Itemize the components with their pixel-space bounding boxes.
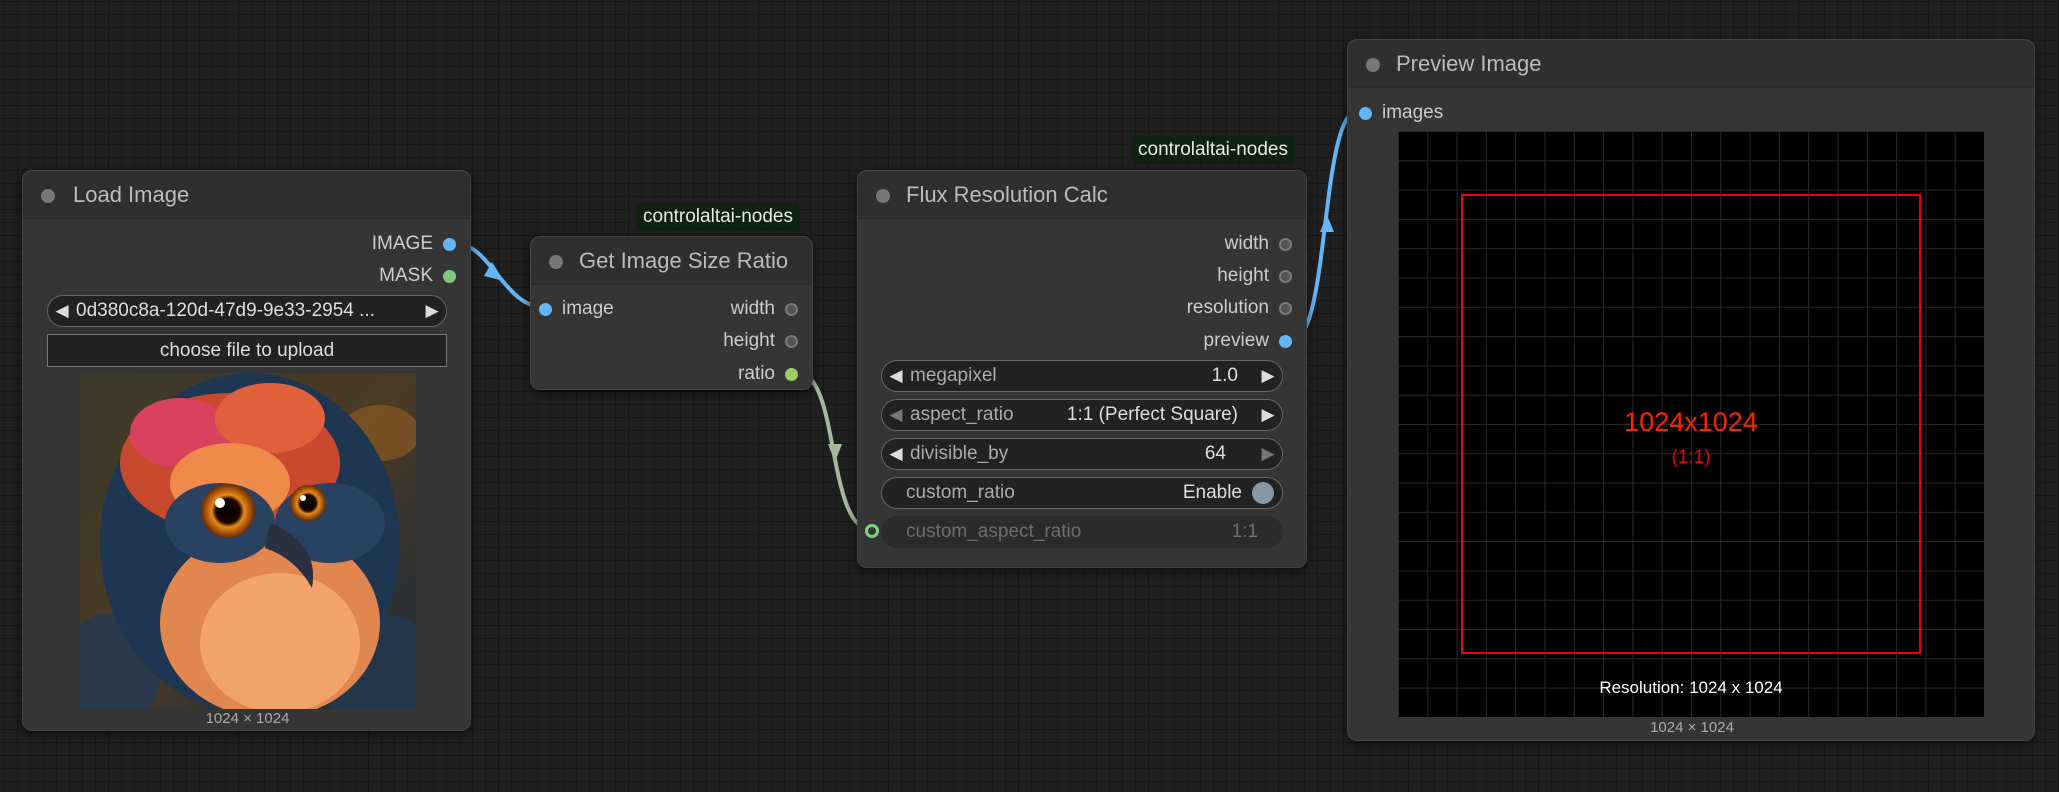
widget-name: aspect_ratio — [910, 404, 1014, 425]
input-custom-aspect-ratio-dot[interactable] — [865, 524, 879, 538]
node-title: Preview Image — [1396, 51, 1542, 76]
decrement-icon[interactable]: ◀ — [882, 405, 910, 425]
slot-label: height — [1217, 265, 1269, 286]
node-badge: controlaltai-nodes — [1131, 136, 1295, 164]
widget-value: 1:1 — [1231, 521, 1258, 542]
output-mask-dot[interactable] — [443, 269, 456, 283]
node-header[interactable]: Flux Resolution Calc — [858, 171, 1306, 219]
output-height-dot[interactable] — [785, 334, 798, 348]
input-images[interactable]: images — [1359, 102, 1443, 124]
output-image[interactable]: IMAGE — [372, 233, 456, 255]
slot-label: resolution — [1186, 297, 1269, 318]
custom-ratio-toggle[interactable]: custom_ratio Enable — [881, 477, 1283, 509]
aspect-ratio-widget[interactable]: ◀ aspect_ratio 1:1 (Perfect Square) ▶ — [881, 399, 1283, 431]
custom-aspect-ratio-widget[interactable]: custom_aspect_ratio 1:1 — [881, 516, 1283, 548]
collapse-dot[interactable] — [1366, 58, 1380, 72]
decrement-icon[interactable]: ◀ — [882, 444, 910, 464]
slot-label: MASK — [379, 265, 433, 286]
preview-image-node[interactable]: Preview Image images 1024x1024 (1:1) Res… — [1347, 39, 2035, 741]
decrement-icon[interactable]: ◀ — [882, 366, 910, 386]
output-width-dot[interactable] — [785, 302, 798, 316]
output-height-dot[interactable] — [1279, 269, 1292, 283]
slot-label: width — [1224, 233, 1269, 254]
slot-label: height — [723, 330, 775, 351]
node-header[interactable]: Get Image Size Ratio — [531, 237, 812, 285]
widget-value: 64 — [1204, 443, 1226, 464]
image-dims: 1024 × 1024 — [1650, 719, 1734, 736]
preview-ratio-text: (1:1) — [1671, 447, 1711, 468]
increment-icon[interactable]: ▶ — [1254, 444, 1282, 464]
node-title: Get Image Size Ratio — [579, 248, 789, 273]
divisible-by-widget[interactable]: ◀ divisible_by 64 ▶ — [881, 438, 1283, 470]
input-image[interactable]: image — [539, 298, 614, 320]
widget-value: Enable — [1182, 482, 1242, 503]
output-width-dot[interactable] — [1279, 237, 1292, 251]
output-preview[interactable]: preview — [1204, 330, 1292, 352]
node-title: Load Image — [73, 182, 190, 207]
collapse-dot[interactable] — [876, 189, 890, 203]
node-title: Flux Resolution Calc — [906, 182, 1108, 207]
link-preview-arrow — [1320, 215, 1334, 232]
output-width[interactable]: width — [1225, 233, 1292, 255]
node-badge: controlaltai-nodes — [636, 203, 800, 231]
slot-label: preview — [1203, 330, 1269, 351]
output-preview-dot[interactable] — [1279, 334, 1292, 348]
output-resolution[interactable]: resolution — [1187, 297, 1292, 319]
widget-value: 1:1 (Perfect Square) — [1066, 404, 1238, 425]
collapse-dot[interactable] — [549, 255, 563, 269]
widget-value: 1.0 — [1211, 365, 1238, 386]
input-image-dot[interactable] — [539, 302, 552, 316]
output-width[interactable]: width — [731, 298, 798, 320]
slot-label: IMAGE — [371, 233, 433, 254]
get-image-size-ratio-node[interactable]: Get Image Size Ratio image width height … — [530, 236, 813, 390]
upload-button[interactable]: choose file to upload — [47, 334, 447, 367]
image-selector[interactable]: ◀ 0d380c8a-120d-47d9-9e33-2954 ... ▶ — [47, 295, 447, 327]
slot-label: ratio — [738, 363, 775, 384]
load-image-node[interactable]: Load Image IMAGE MASK ◀ 0d380c8a-120d-47… — [22, 170, 471, 731]
preview-image-area: 1024x1024 (1:1) Resolution: 1024 x 1024 — [1398, 131, 1984, 717]
node-canvas[interactable]: Load Image IMAGE MASK ◀ 0d380c8a-120d-47… — [0, 0, 2059, 792]
input-images-dot[interactable] — [1359, 106, 1372, 120]
owl-image — [80, 373, 416, 709]
link-ratio-arrow — [828, 444, 842, 462]
widget-name: megapixel — [910, 365, 997, 386]
link-image-arrow — [484, 262, 504, 281]
slot-label: image — [562, 298, 614, 319]
image-selector-value: 0d380c8a-120d-47d9-9e33-2954 ... — [76, 300, 375, 321]
preview-footer-text: Resolution: 1024 x 1024 — [1599, 678, 1783, 697]
output-height[interactable]: height — [723, 330, 798, 352]
flux-resolution-calc-node[interactable]: Flux Resolution Calc width height resolu… — [857, 170, 1307, 568]
widget-name: custom_aspect_ratio — [906, 521, 1082, 542]
increment-icon[interactable]: ▶ — [1254, 405, 1282, 425]
toggle-knob-icon[interactable] — [1252, 482, 1274, 504]
output-height[interactable]: height — [1217, 265, 1292, 287]
output-mask[interactable]: MASK — [379, 265, 456, 287]
output-ratio-dot[interactable] — [785, 367, 798, 381]
node-header[interactable]: Load Image — [23, 171, 470, 219]
slot-label: images — [1382, 102, 1444, 123]
image-preview — [80, 373, 416, 709]
output-image-dot[interactable] — [443, 237, 456, 251]
widget-name: custom_ratio — [906, 482, 1015, 503]
arrow-left-icon[interactable]: ◀ — [48, 301, 76, 321]
slot-label: width — [730, 298, 775, 319]
output-resolution-dot[interactable] — [1279, 301, 1292, 315]
node-header[interactable]: Preview Image — [1348, 40, 2034, 88]
preview-resolution-text: 1024x1024 — [1624, 407, 1758, 437]
image-dims: 1024 × 1024 — [205, 710, 290, 727]
widget-name: divisible_by — [910, 443, 1009, 464]
megapixel-widget[interactable]: ◀ megapixel 1.0 ▶ — [881, 360, 1283, 392]
collapse-dot[interactable] — [41, 189, 55, 203]
arrow-right-icon[interactable]: ▶ — [418, 301, 446, 321]
output-ratio[interactable]: ratio — [738, 363, 798, 385]
increment-icon[interactable]: ▶ — [1254, 366, 1282, 386]
